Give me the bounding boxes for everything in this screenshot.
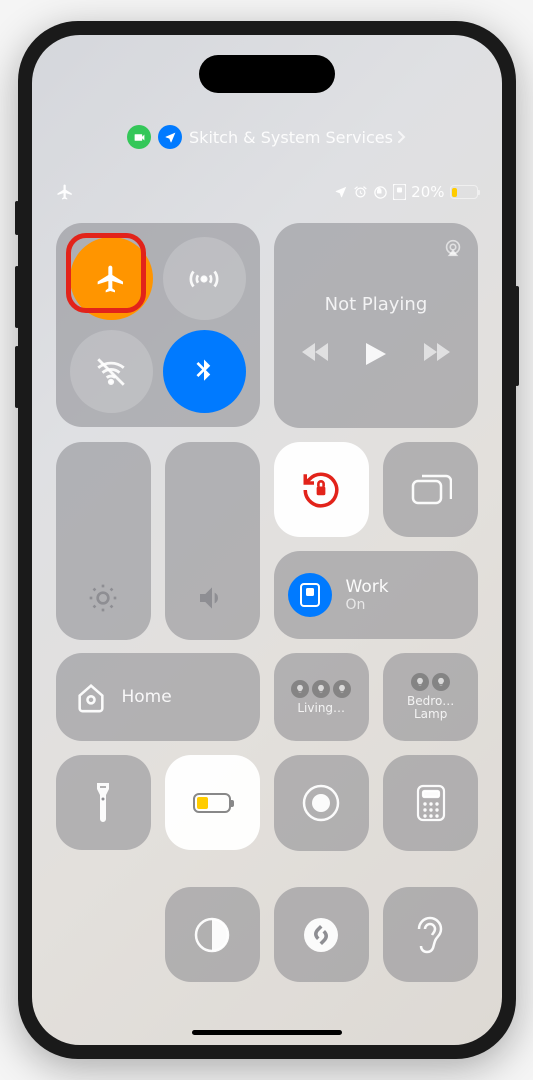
- home-accessory-living[interactable]: Living…: [274, 653, 369, 741]
- focus-work-icon: [288, 573, 332, 617]
- camera-indicator-icon: [127, 125, 151, 149]
- focus-title: Work: [346, 577, 389, 597]
- cellular-data-toggle[interactable]: [163, 237, 246, 320]
- hearing-button[interactable]: [383, 887, 478, 982]
- media-play-button[interactable]: [366, 343, 386, 365]
- home-indicator[interactable]: [192, 1030, 342, 1035]
- status-battery-percent: 20%: [411, 183, 444, 201]
- screen-record-button[interactable]: [274, 755, 369, 850]
- iphone-frame: Skitch & System Services 20%: [18, 21, 516, 1059]
- connectivity-tile[interactable]: [56, 223, 260, 427]
- home-icon: [74, 680, 108, 714]
- calculator-button[interactable]: [383, 755, 478, 850]
- volume-icon: [196, 582, 228, 614]
- status-orientation-lock-icon: [373, 185, 388, 200]
- status-alarm-icon: [353, 185, 368, 200]
- privacy-pill-bar[interactable]: Skitch & System Services: [32, 125, 502, 149]
- screen: Skitch & System Services 20%: [32, 35, 502, 1045]
- status-focus-icon: [393, 184, 406, 200]
- bulb-icon: [432, 673, 450, 691]
- screen-mirroring-button[interactable]: [383, 442, 478, 537]
- location-indicator-icon: [158, 125, 182, 149]
- media-title: Not Playing: [325, 294, 428, 315]
- control-center: Not Playing: [56, 223, 478, 864]
- status-battery-icon: [450, 185, 478, 199]
- focus-tile[interactable]: Work On: [274, 551, 479, 639]
- dynamic-island: [199, 55, 335, 93]
- orientation-lock-toggle[interactable]: [274, 442, 369, 537]
- accessory-label: Living…: [297, 702, 345, 715]
- bulb-icon: [411, 673, 429, 691]
- accessory-label: Bedro… Lamp: [407, 695, 454, 721]
- airplane-mode-toggle[interactable]: [70, 237, 153, 320]
- bulb-icon: [333, 680, 351, 698]
- media-tile[interactable]: Not Playing: [274, 223, 479, 428]
- dark-mode-toggle[interactable]: [165, 887, 260, 982]
- bulb-icon: [291, 680, 309, 698]
- brightness-slider[interactable]: [56, 442, 151, 640]
- focus-subtitle: On: [346, 597, 389, 613]
- home-accessory-bedroom[interactable]: Bedro… Lamp: [383, 653, 478, 741]
- home-tile[interactable]: Home: [56, 653, 260, 741]
- status-bar: 20%: [32, 183, 502, 201]
- home-label: Home: [122, 687, 172, 707]
- media-forward-button[interactable]: [424, 343, 450, 365]
- media-rewind-button[interactable]: [302, 343, 328, 365]
- airplay-icon[interactable]: [442, 237, 464, 259]
- low-power-mode-toggle[interactable]: [165, 755, 260, 850]
- shazam-button[interactable]: [274, 887, 369, 982]
- flashlight-button[interactable]: [56, 755, 151, 850]
- status-airplane-icon: [56, 183, 74, 201]
- bulb-icon: [312, 680, 330, 698]
- privacy-apps-label: Skitch & System Services: [189, 128, 406, 147]
- brightness-icon: [87, 582, 119, 614]
- wifi-toggle[interactable]: [70, 330, 153, 413]
- status-location-icon: [334, 185, 348, 199]
- volume-slider[interactable]: [165, 442, 260, 640]
- bluetooth-toggle[interactable]: [163, 330, 246, 413]
